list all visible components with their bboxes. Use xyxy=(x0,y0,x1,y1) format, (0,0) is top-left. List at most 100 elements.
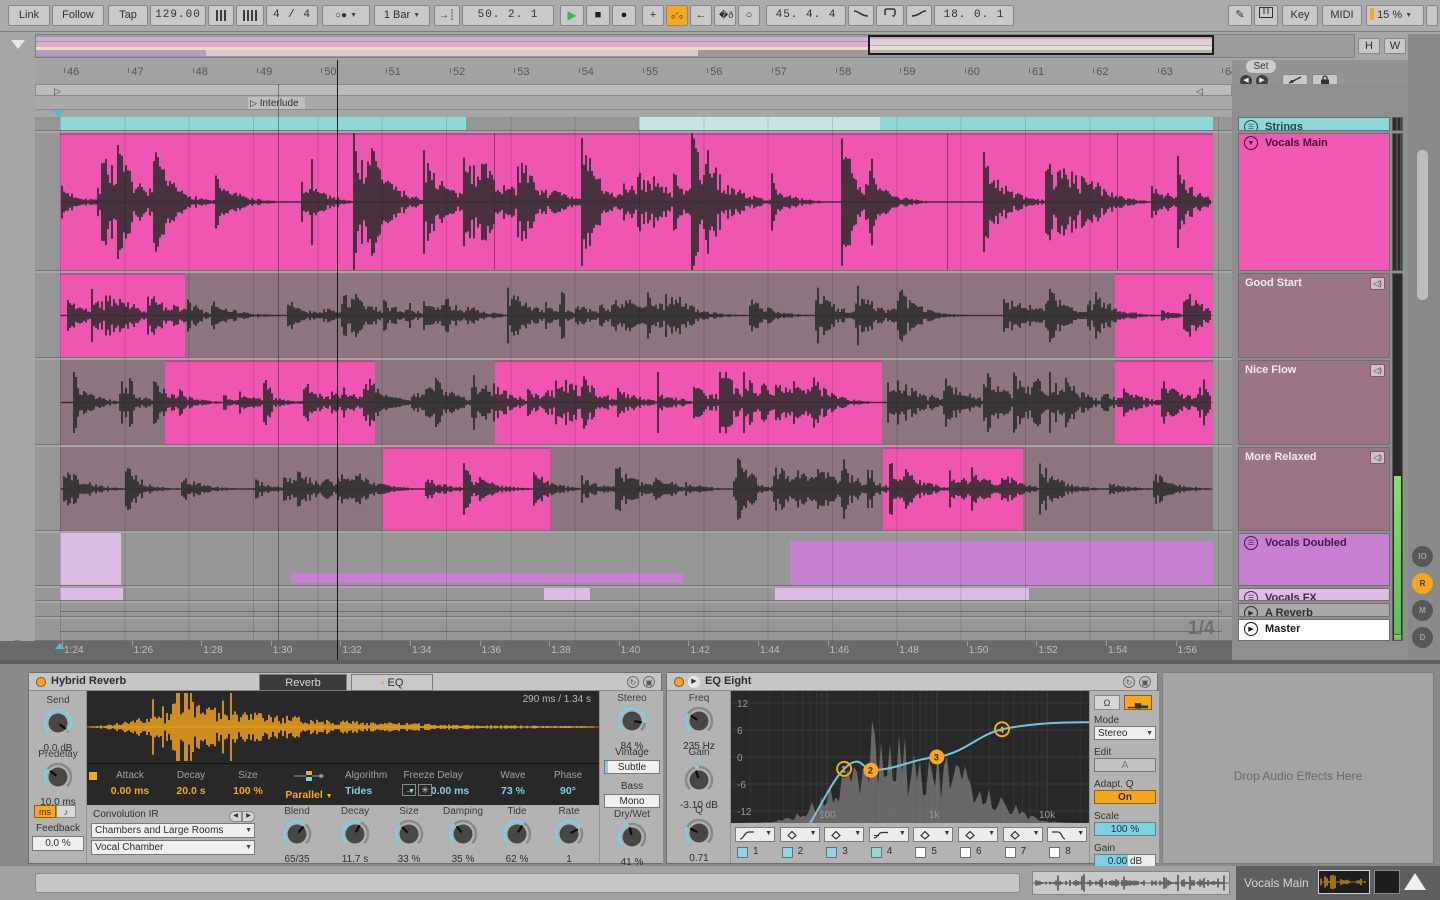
vintage-control[interactable]: Vintage Subtle xyxy=(600,747,664,774)
save-preset-icon[interactable]: ▣ xyxy=(1139,676,1151,688)
track-header-vocals-main[interactable]: ▼ Vocals Main xyxy=(1238,133,1390,271)
track-header-master[interactable]: ▶ Master xyxy=(1238,619,1390,641)
band-enable-checkbox[interactable] xyxy=(781,847,793,858)
hybrid-reverb-header[interactable]: Hybrid Reverb Reverb ▪ EQ ↻ ▣ xyxy=(29,673,661,691)
audition-headphone-icon[interactable]: Ω xyxy=(1094,695,1120,710)
beat-sync-toggle[interactable]: ♪ xyxy=(56,805,76,818)
clip-strings[interactable] xyxy=(879,117,1213,130)
follow-playhead-button[interactable]: →┊ xyxy=(434,5,460,26)
param-decay[interactable]: Decay 20.0 s xyxy=(165,770,217,797)
clip-vocals-fx[interactable] xyxy=(774,588,1029,600)
band-filter-type-select[interactable]: ▼ xyxy=(735,827,775,842)
q-knob[interactable]: Q 0.71 xyxy=(671,805,727,864)
speaker-icon[interactable]: ◁) xyxy=(1370,451,1385,464)
track-header-a-reverb[interactable]: ▶ A Reverb xyxy=(1238,603,1390,617)
device-on-led[interactable] xyxy=(36,677,46,687)
ir-preset-select[interactable]: Vocal Chamber ▼ xyxy=(91,840,255,855)
mixer-section-toggle-r[interactable]: R xyxy=(1412,573,1433,594)
ir-prev-icon[interactable]: ◀ xyxy=(229,811,242,822)
ms-toggle[interactable]: ms xyxy=(34,805,56,818)
send-knob[interactable]: Send 0.0 dB xyxy=(30,695,86,754)
gain-knob[interactable]: Gain ▼ -3.10 dB xyxy=(671,747,727,811)
time-signature-field[interactable]: 4 / 4 xyxy=(266,5,318,26)
computer-midi-keyboard-button[interactable] xyxy=(1254,5,1278,26)
band-enable-checkbox[interactable] xyxy=(870,847,882,858)
param-value[interactable]: 100 % xyxy=(223,785,273,797)
track-play-icon[interactable]: ▶ xyxy=(1244,606,1258,616)
track-play-icon[interactable]: ▶ xyxy=(1244,622,1258,636)
ir-next-icon[interactable]: ▶ xyxy=(242,811,255,822)
loop-start-field[interactable]: 45. 4. 4 xyxy=(766,5,846,26)
nudge-up-button[interactable] xyxy=(236,5,264,26)
tap-button[interactable]: Tap xyxy=(108,5,148,26)
insert-marker-icon[interactable] xyxy=(52,110,64,117)
band-enable-checkbox[interactable] xyxy=(915,847,927,858)
band-filter-type-select[interactable]: ▼ xyxy=(1047,827,1088,842)
save-preset-icon[interactable]: ▣ xyxy=(643,676,655,688)
freeze-flat-icon[interactable]: ✳ xyxy=(418,784,432,796)
stereo-knob[interactable]: Stereo 84 % xyxy=(604,693,660,752)
ir-prev-next[interactable]: ◀ ▶ xyxy=(229,809,255,822)
link-button[interactable]: Link xyxy=(8,5,50,26)
eq-eight-header[interactable]: ▶ EQ Eight ↻ ▣ xyxy=(667,673,1157,691)
parallel-routing-menu[interactable]: Parallel ▼ xyxy=(279,770,339,801)
record-button[interactable]: ● xyxy=(612,5,636,26)
overview-viewport[interactable] xyxy=(868,35,1214,55)
tempo-field[interactable]: 129.00 xyxy=(150,5,206,26)
spectrum-toggle-icon[interactable]: ▁▄▂ xyxy=(1124,695,1152,710)
show-hide-triangle[interactable] xyxy=(1404,873,1426,890)
quantize-menu[interactable]: 1 Bar ▼ xyxy=(374,5,430,26)
knob-size[interactable]: Size 33 % xyxy=(381,806,437,865)
ir-category-select[interactable]: Chambers and Large Rooms ▼ xyxy=(91,823,255,838)
fold-arrangement-icon[interactable] xyxy=(11,40,25,49)
follow-button[interactable]: Follow xyxy=(52,5,104,26)
hot-swap-icon[interactable]: ↻ xyxy=(627,676,639,688)
tab-reverb[interactable]: Reverb xyxy=(259,674,347,691)
knob-tide[interactable]: Tide 62 % xyxy=(489,806,545,865)
band-filter-type-select[interactable]: ▼ xyxy=(868,827,909,842)
track-header-vocals-doubled[interactable]: ☰ Vocals Doubled xyxy=(1238,533,1390,586)
punch-out-button[interactable] xyxy=(906,5,932,26)
predelay-knob[interactable]: Predelay 10.0 ms xyxy=(30,749,86,808)
mixer-section-toggle-d[interactable]: D xyxy=(1412,627,1433,648)
param-size[interactable]: Size 100 % xyxy=(223,770,273,797)
adapt-q-value[interactable]: On xyxy=(1094,790,1156,804)
bar-time-ruler[interactable]: 46474849505152535455565758596061626364 xyxy=(35,60,1237,84)
re-enable-automation-button[interactable]: �ð xyxy=(714,5,736,26)
band-filter-type-select[interactable]: ▼ xyxy=(958,827,998,842)
speaker-icon[interactable]: ◁) xyxy=(1370,364,1385,377)
zoom-height-button[interactable]: H xyxy=(1358,38,1380,54)
feedback-value[interactable]: 0.0 % xyxy=(32,836,84,851)
ms-beat-toggle[interactable]: ms ♪ xyxy=(34,805,76,818)
band-filter-type-select[interactable]: ▼ xyxy=(824,827,865,842)
band-filter-type-select[interactable]: ▼ xyxy=(779,827,820,842)
hot-swap-icon[interactable]: ↻ xyxy=(1123,676,1135,688)
clip-strings[interactable] xyxy=(60,117,466,130)
routing-value[interactable]: Parallel ▼ xyxy=(279,789,339,801)
mixer-section-toggle-m[interactable]: M xyxy=(1412,600,1433,621)
eq-graph[interactable]: 12 6 0 -6 -12 100 1k 10k 1 2 3 4 xyxy=(731,691,1090,852)
set-button[interactable]: Set xyxy=(1246,60,1276,73)
playhead[interactable] xyxy=(337,60,338,660)
track-header-more-relaxed[interactable]: More Relaxed ◁) xyxy=(1238,447,1390,531)
device-drop-zone[interactable]: Drop Audio Effects Here xyxy=(1162,672,1434,864)
band-filter-type-select[interactable]: ▼ xyxy=(913,827,954,842)
track-header-good-start[interactable]: Good Start ◁) xyxy=(1238,273,1390,358)
arrangement-position-display[interactable]: 50. 2. 1 xyxy=(462,5,554,26)
track-header-vocals-fx[interactable]: ☰ Vocals FX xyxy=(1238,588,1390,601)
band-enable-checkbox[interactable] xyxy=(1004,847,1016,858)
key-map-button[interactable]: Key xyxy=(1282,5,1318,26)
param-value[interactable]: 20.0 s xyxy=(165,785,217,797)
knob-rate[interactable]: Rate 1 xyxy=(541,806,597,865)
scrub-area[interactable]: ▷ ◁ xyxy=(35,84,1232,96)
band-enable-checkbox[interactable] xyxy=(960,847,971,858)
new-button[interactable]: + xyxy=(642,5,664,26)
track-fold-icon[interactable]: ☰ xyxy=(1244,591,1258,600)
device-on-led[interactable] xyxy=(674,677,684,687)
track-fold-icon[interactable]: ☰ xyxy=(1244,120,1258,130)
back-to-arrangement-button[interactable]: ← xyxy=(690,5,712,26)
capture-button[interactable]: ○ xyxy=(738,5,760,26)
knob-decay[interactable]: Decay 11.7 s xyxy=(327,806,383,865)
clip-thumbnail-dark[interactable] xyxy=(1374,870,1400,894)
scale-value[interactable]: 100 % xyxy=(1094,822,1156,836)
